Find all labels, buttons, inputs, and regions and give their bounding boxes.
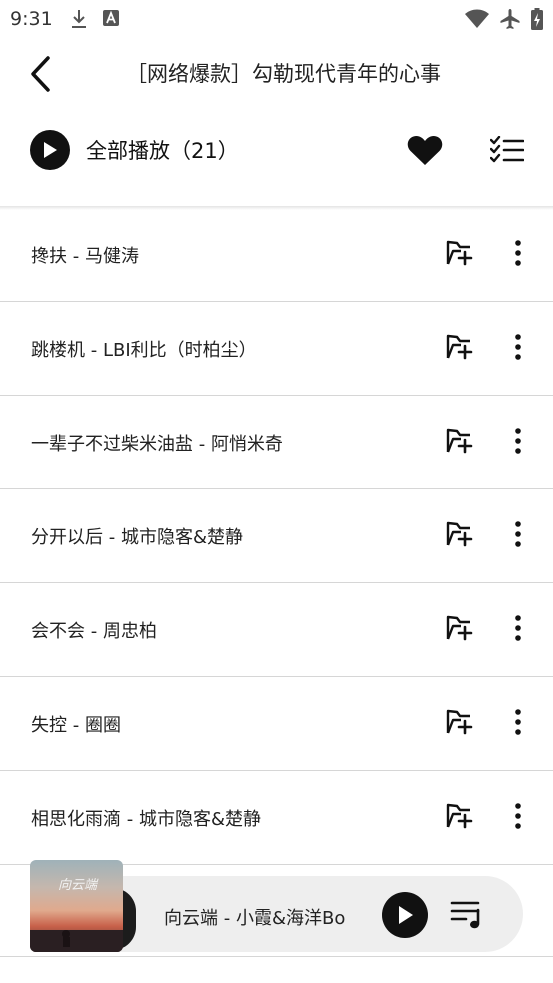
app-notification-icon [102,9,120,33]
more-vertical-icon [515,709,521,735]
song-list: 搀扶 - 马健涛 跳楼机 - LBI利比（时柏尘） 一辈子不过柴米油盐 - 阿悄… [0,208,553,865]
add-to-playlist-button[interactable] [444,801,474,831]
status-system-icons [465,8,543,34]
status-time: 9:31 [10,8,53,30]
add-to-playlist-icon [446,240,473,266]
add-to-playlist-icon [446,803,473,829]
wifi-icon [465,9,489,33]
multi-select-button[interactable] [488,132,526,168]
more-options-button[interactable] [506,519,530,549]
now-playing-title: 向云端 - 小霞&海洋Bo [164,908,346,929]
album-cover[interactable]: 向云端 [30,860,123,952]
more-vertical-icon [515,802,521,829]
add-to-playlist-button[interactable] [444,426,474,456]
add-to-playlist-button[interactable] [444,238,474,268]
add-to-playlist-icon [446,428,473,453]
favorite-button[interactable] [405,132,445,168]
airplane-mode-icon [499,8,521,34]
add-to-playlist-icon [446,615,473,641]
add-to-playlist-icon [446,334,473,360]
song-row[interactable]: 会不会 - 周忠柏 [0,583,553,677]
more-options-button[interactable] [506,707,530,737]
song-row[interactable]: 失控 - 圈圈 [0,677,553,771]
song-title: 一辈子不过柴米油盐 - 阿悄米奇 [31,433,283,455]
mini-player[interactable]: 向云端 向云端 - 小霞&海洋Bo [30,860,523,952]
playlist-queue-icon [450,901,480,929]
play-all-button[interactable]: 全部播放（21） [30,130,239,170]
page-title: ［网络爆款］勾勒现代青年的心事 [126,62,441,86]
more-vertical-icon [515,333,521,360]
more-options-button[interactable] [506,238,530,268]
song-row[interactable]: 一辈子不过柴米油盐 - 阿悄米奇 [0,396,553,490]
checklist-icon [490,136,524,163]
heart-icon [407,136,443,165]
status-notification-icons [70,9,120,33]
play-icon [399,906,413,924]
song-title: 分开以后 - 城市隐客&楚静 [31,527,243,549]
mini-play-button[interactable] [382,892,428,938]
more-options-button[interactable] [506,332,530,362]
song-title: 会不会 - 周忠柏 [31,621,157,643]
add-to-playlist-button[interactable] [444,707,474,737]
song-title: 跳楼机 - LBI利比（时柏尘） [31,339,257,361]
more-vertical-icon [515,615,521,641]
add-to-playlist-icon [446,522,473,547]
more-vertical-icon [515,240,521,266]
playlist-toolbar: 全部播放（21） [0,118,553,184]
more-options-button[interactable] [506,801,530,831]
song-row[interactable]: 分开以后 - 城市隐客&楚静 [0,489,553,584]
add-to-playlist-button[interactable] [444,613,474,643]
song-title: 搀扶 - 马健涛 [31,246,139,267]
back-arrow-icon [31,56,50,92]
play-all-label: 全部播放（21） [86,139,239,163]
song-title: 相思化雨滴 - 城市隐客&楚静 [31,808,261,830]
more-options-button[interactable] [506,426,530,456]
add-to-playlist-icon [446,709,473,735]
more-vertical-icon [515,427,521,454]
song-row[interactable]: 跳楼机 - LBI利比（时柏尘） [0,302,553,396]
status-bar: 9:31 [0,0,553,40]
bottom-divider [0,956,553,957]
playlist-queue-button[interactable] [450,898,486,934]
song-title: 失控 - 圈圈 [31,714,121,736]
add-to-playlist-button[interactable] [444,332,474,362]
back-button[interactable] [22,54,58,94]
song-row[interactable]: 搀扶 - 马健涛 [0,208,553,302]
add-to-playlist-button[interactable] [444,519,474,549]
play-all-icon [30,130,70,170]
more-vertical-icon [515,521,521,548]
battery-charging-icon [531,8,543,34]
more-options-button[interactable] [506,613,530,643]
download-icon [70,9,88,33]
song-row[interactable]: 相思化雨滴 - 城市隐客&楚静 [0,771,553,865]
page-header: ［网络爆款］勾勒现代青年的心事 [0,48,553,100]
